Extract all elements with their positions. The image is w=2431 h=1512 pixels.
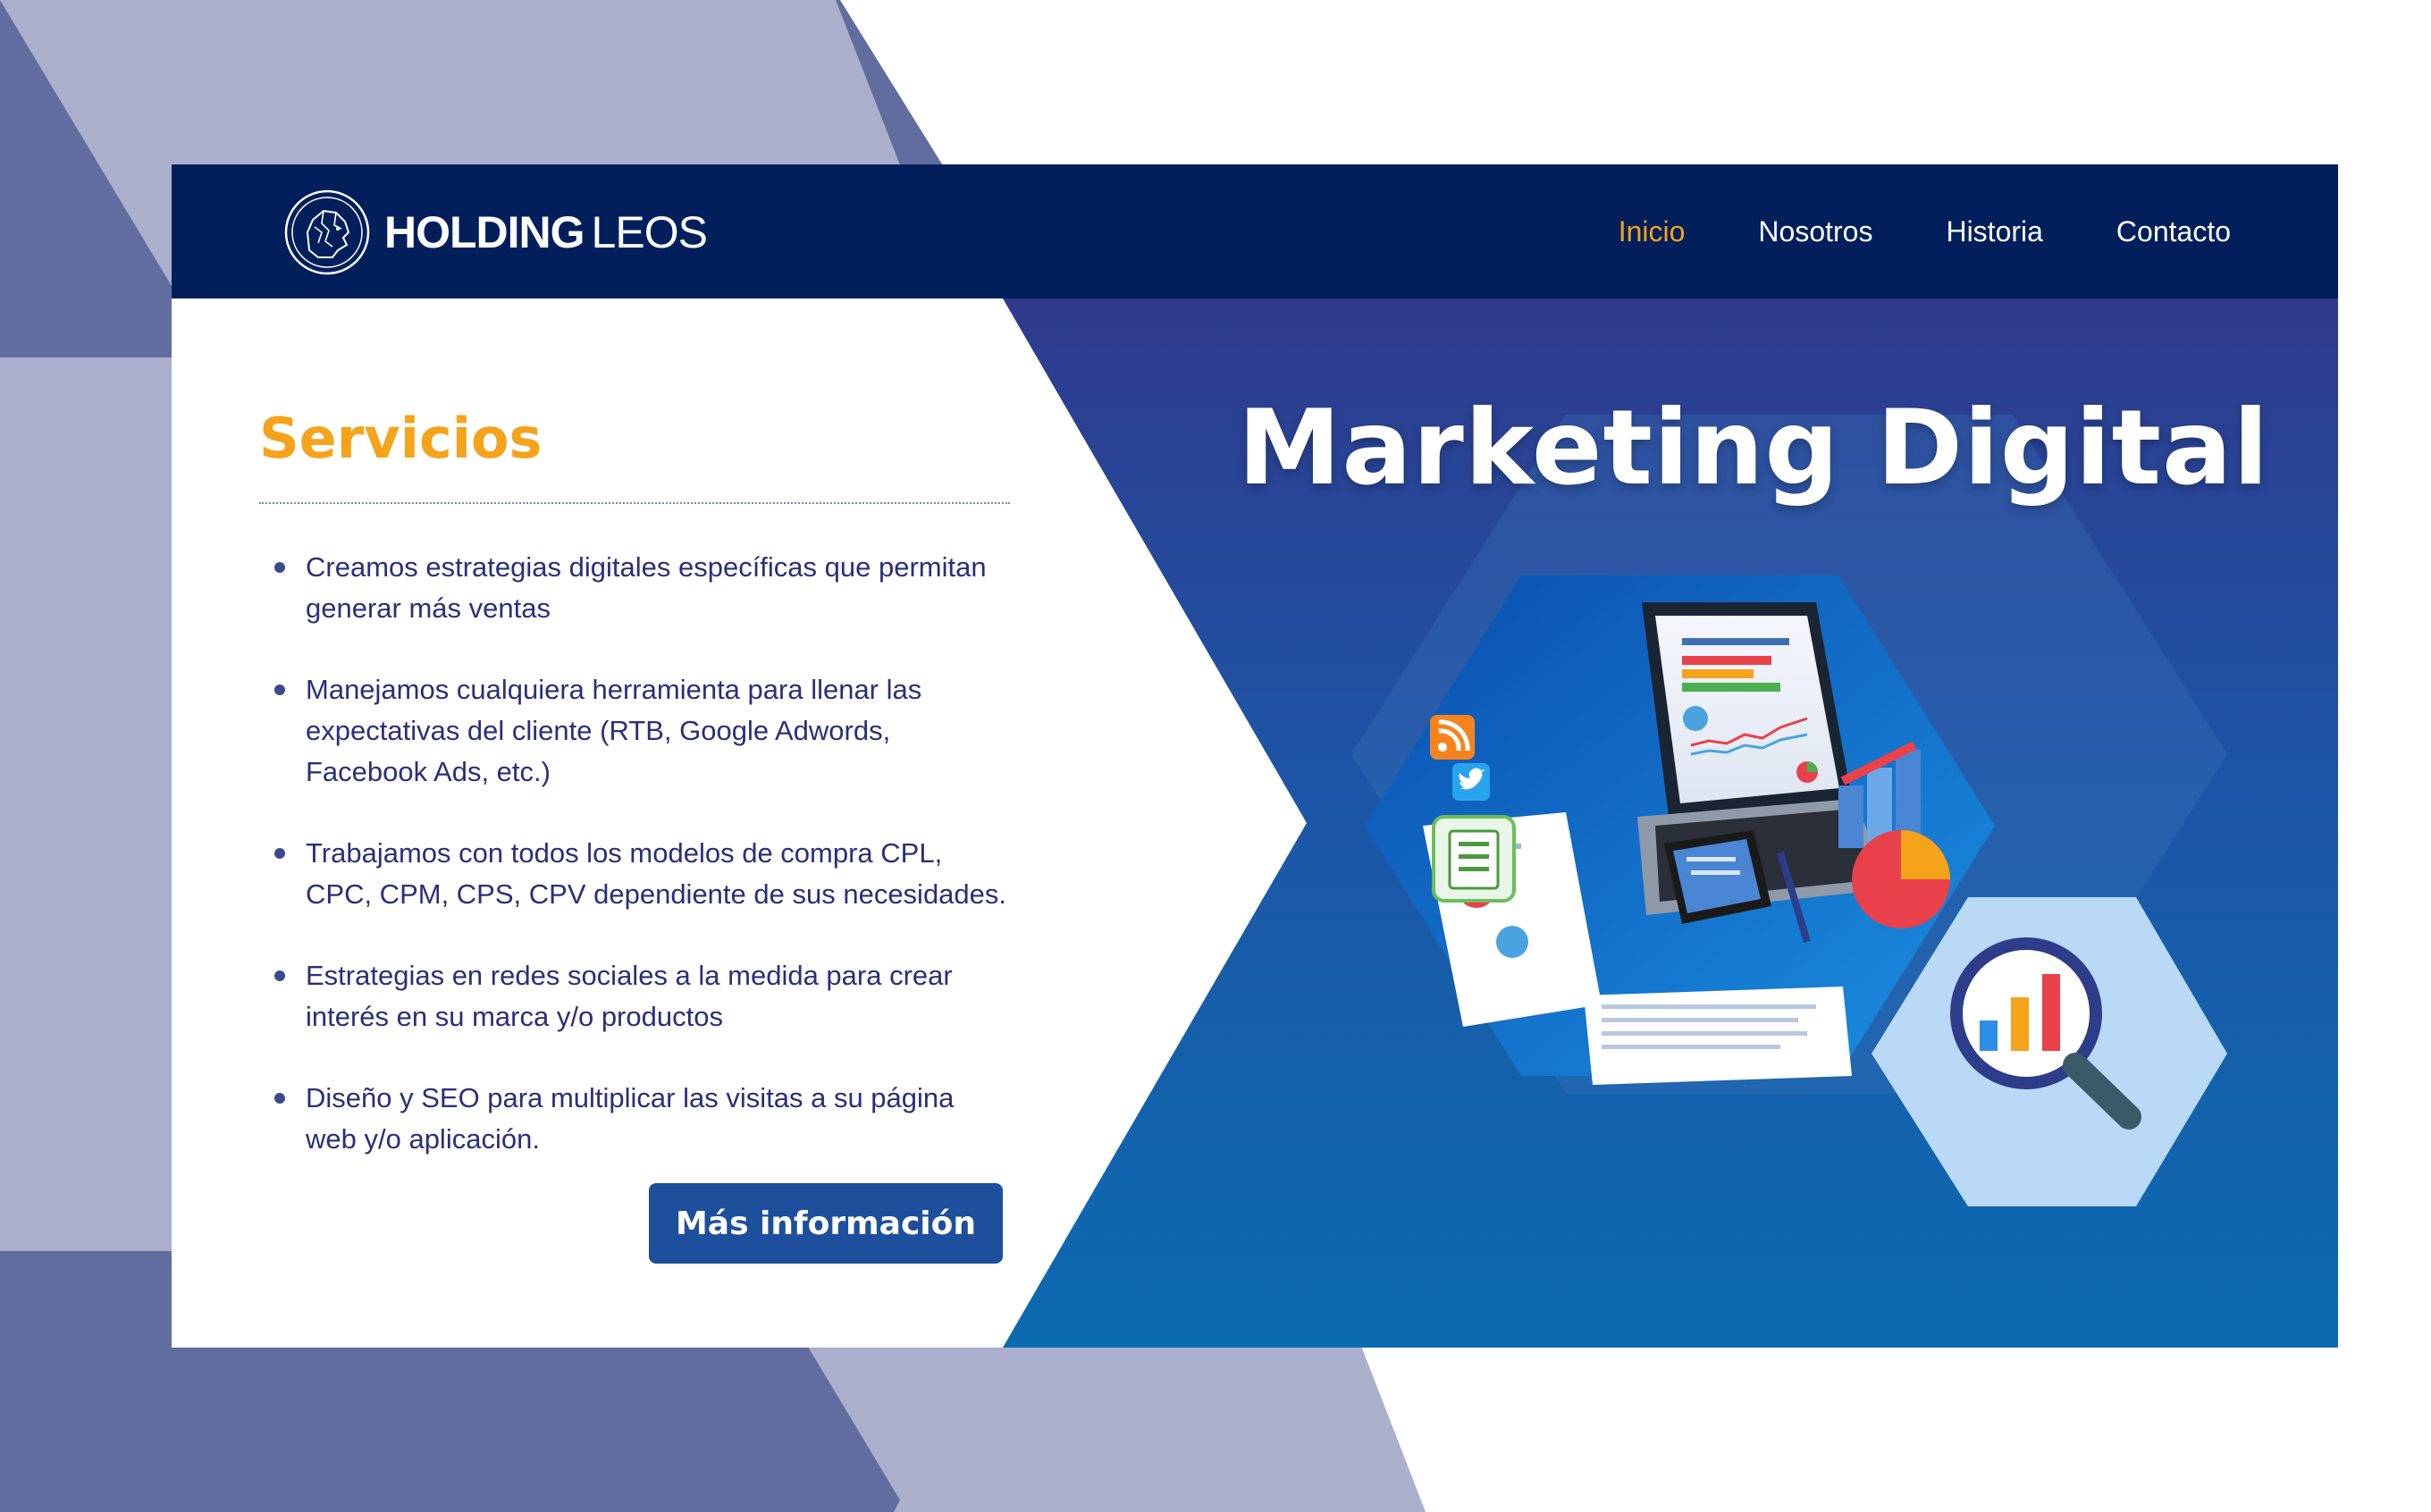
nav-item-contacto[interactable]: Contacto <box>2116 215 2231 248</box>
nav-item-inicio[interactable]: Inicio <box>1619 215 1686 248</box>
bullet-icon <box>274 562 285 573</box>
nav-item-historia[interactable]: Historia <box>1946 215 2042 248</box>
bullet-icon <box>274 970 285 981</box>
bullet-icon <box>274 685 285 695</box>
list-item: Estrategias en redes sociales a la medid… <box>259 955 1012 1037</box>
hero-title: Marketing Digital <box>1237 388 2270 508</box>
twitter-bird-icon <box>1452 763 1490 801</box>
main-nav: Inicio Nosotros Historia Contacto <box>1545 164 2231 298</box>
rss-icon <box>1430 715 1475 760</box>
brand-name-light: LEOS <box>591 207 708 257</box>
services-title: Servicios <box>259 411 1010 504</box>
list-item-text: Creamos estrategias digitales específica… <box>306 551 987 624</box>
services-list: Creamos estrategias digitales específica… <box>259 547 1010 1160</box>
list-item-text: Estrategias en redes sociales a la medid… <box>306 960 953 1032</box>
list-item-text: Diseño y SEO para multiplicar las visita… <box>306 1082 955 1155</box>
notepad-icon <box>1432 815 1516 903</box>
list-item: Diseño y SEO para multiplicar las visita… <box>259 1078 1012 1160</box>
list-item: Creamos estrategias digitales específica… <box>259 547 1012 629</box>
services-panel: Servicios Creamos estrategias digitales … <box>259 411 1010 1200</box>
list-item: Trabajamos con todos los modelos de comp… <box>259 833 1012 915</box>
list-item-text: Trabajamos con todos los modelos de comp… <box>306 837 1007 910</box>
brand-logo[interactable]: HOLDING LEOS <box>282 188 708 277</box>
nav-item-nosotros[interactable]: Nosotros <box>1758 215 1872 248</box>
list-item: Manejamos cualquiera herramienta para ll… <box>259 669 1012 793</box>
lion-head-logo-icon <box>284 189 370 275</box>
bullet-icon <box>274 848 285 859</box>
main-card: HOLDING LEOS Inicio Nosotros Historia Con… <box>172 164 2338 1348</box>
brand-name-bold: HOLDING <box>384 207 585 257</box>
list-item-text: Manejamos cualquiera herramienta para ll… <box>306 674 922 787</box>
site-header: HOLDING LEOS Inicio Nosotros Historia Con… <box>172 164 2338 298</box>
more-info-button[interactable]: Más información <box>649 1183 1003 1264</box>
bullet-icon <box>274 1093 285 1104</box>
